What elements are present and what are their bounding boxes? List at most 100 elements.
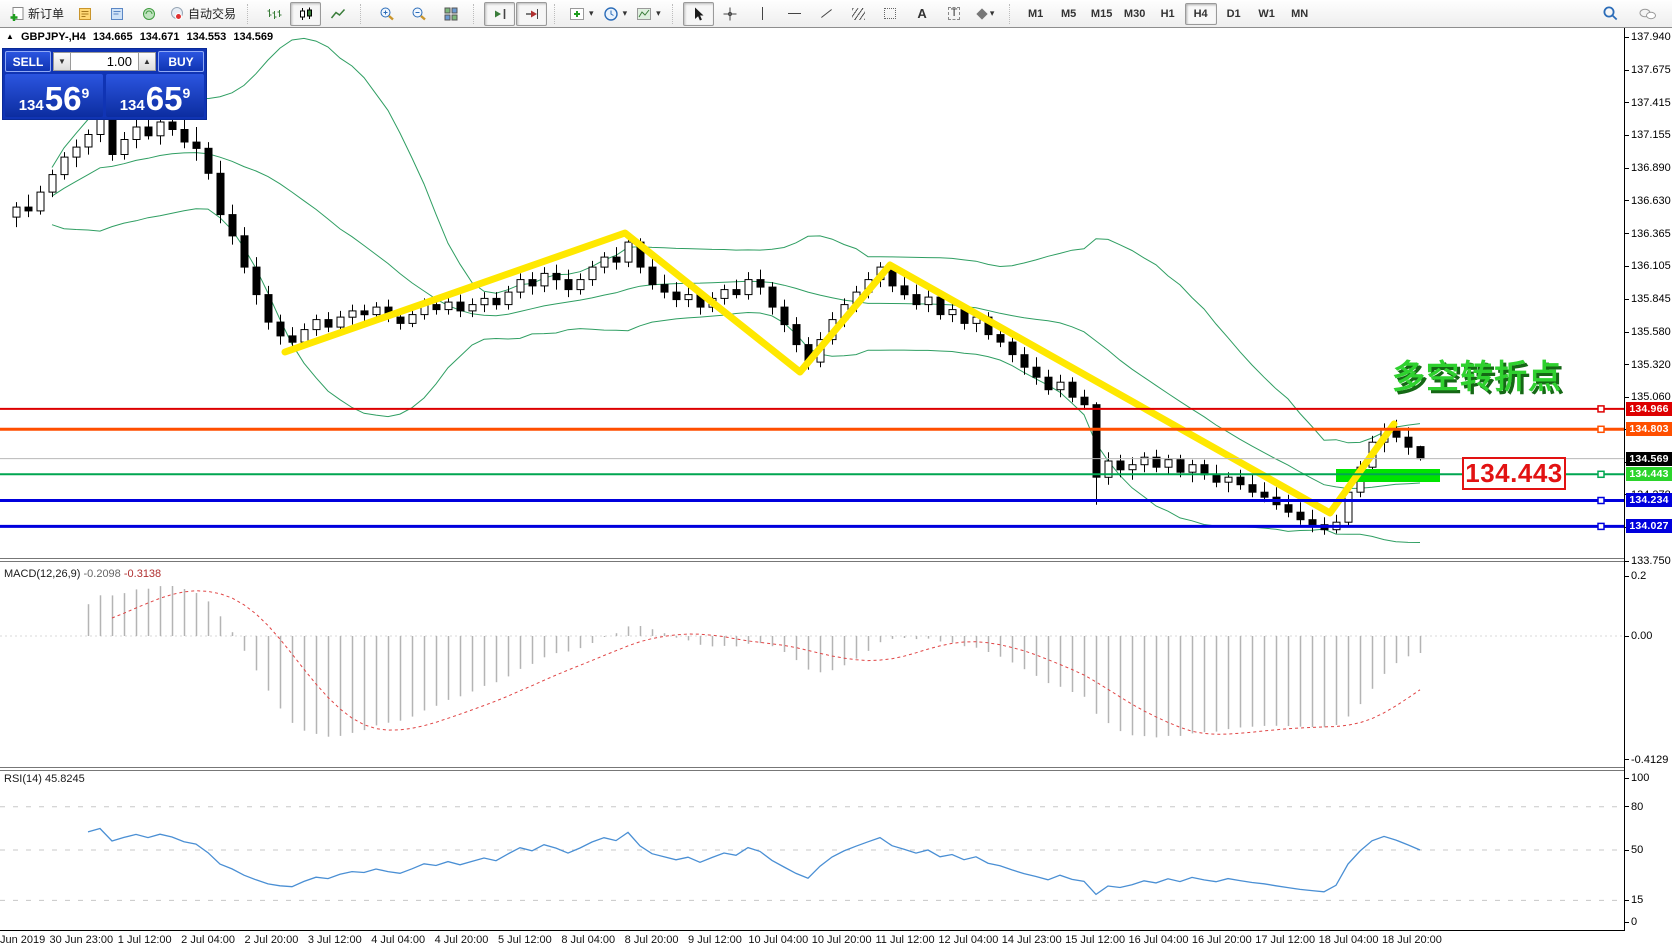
candle-body: [49, 175, 56, 193]
candle-body: [205, 148, 212, 173]
text-icon: A: [917, 7, 926, 20]
candle-body: [145, 127, 152, 136]
turning-point-annotation[interactable]: 多空转折点: [1392, 350, 1562, 398]
crosshair-icon: [722, 6, 738, 22]
auto-trading-button[interactable]: 自动交易: [165, 2, 240, 26]
candle-body: [253, 267, 260, 295]
quote-close: 134.569: [233, 31, 273, 43]
candle-body: [445, 302, 452, 310]
timeframe-d1-button[interactable]: D1: [1218, 3, 1250, 25]
candle-body: [505, 292, 512, 305]
yellow-zigzag-annotation[interactable]: [285, 233, 1394, 513]
candle-body: [397, 317, 404, 323]
timeframe-mn-button[interactable]: MN: [1284, 3, 1316, 25]
candle-body: [85, 135, 92, 148]
terminal-button[interactable]: [133, 2, 164, 26]
time-axis[interactable]: 8 Jun 201930 Jun 23:001 Jul 12:002 Jul 0…: [0, 931, 1624, 951]
chart-canvas[interactable]: [0, 28, 1624, 951]
level-marker: [1598, 523, 1604, 529]
price-tick-label: 135.320: [1631, 359, 1671, 371]
new-order-button[interactable]: 新订单: [5, 2, 68, 26]
time-tick-label: 14 Jul 23:00: [1002, 934, 1062, 946]
bar-chart-button[interactable]: [258, 2, 289, 26]
periods-button[interactable]: ▾: [599, 2, 632, 26]
time-tick-label: 10 Jul 04:00: [748, 934, 808, 946]
volume-decrease-button[interactable]: ▼: [53, 52, 71, 71]
shapes-button[interactable]: ▾: [971, 2, 1002, 26]
line-chart-button[interactable]: [322, 2, 353, 26]
candle-body: [193, 142, 200, 148]
candle-body: [913, 295, 920, 305]
horizontal-line-button[interactable]: [779, 2, 810, 26]
chart-shift-button[interactable]: [484, 2, 515, 26]
templates-button[interactable]: ▾: [632, 2, 665, 26]
tick-mark: [1625, 168, 1629, 169]
timeframe-h1-button[interactable]: H1: [1152, 3, 1184, 25]
search-button[interactable]: [1595, 2, 1626, 26]
tile-windows-button[interactable]: [435, 2, 466, 26]
timeframe-m15-button[interactable]: M15: [1086, 3, 1118, 25]
market-watch-button[interactable]: [69, 2, 100, 26]
buy-price-button[interactable]: 134659: [106, 74, 204, 117]
timeframe-m1-button[interactable]: M1: [1020, 3, 1052, 25]
price-axis[interactable]: 137.940137.675137.415137.155136.890136.6…: [1624, 28, 1672, 931]
candle-body: [1309, 520, 1316, 525]
text-button[interactable]: A: [907, 2, 938, 26]
toolbar-separator: [360, 4, 367, 24]
pane-splitter[interactable]: [0, 765, 1624, 771]
time-tick-label: 30 Jun 23:00: [50, 934, 114, 946]
vertical-line-button[interactable]: [747, 2, 778, 26]
rsi-label: RSI(14) 45.8245: [4, 773, 85, 785]
navigator-button[interactable]: [101, 2, 132, 26]
zoom-out-button[interactable]: [403, 2, 434, 26]
cursor-icon: [690, 6, 706, 22]
price-callout-label[interactable]: 134.443: [1462, 457, 1566, 490]
zoom-in-button[interactable]: [371, 2, 402, 26]
buy-button[interactable]: BUY: [158, 51, 204, 72]
rsi-tick-label: 50: [1631, 844, 1643, 856]
chart-window[interactable]: 137.940137.675137.415137.155136.890136.6…: [0, 28, 1672, 951]
crosshair-button[interactable]: [715, 2, 746, 26]
timeframe-m5-button[interactable]: M5: [1053, 3, 1085, 25]
sell-button[interactable]: SELL: [5, 51, 51, 72]
price-tick-label: 137.155: [1631, 129, 1671, 141]
templates-icon: [636, 6, 652, 22]
candle-body: [1093, 405, 1100, 478]
candlestick-chart-button[interactable]: [290, 2, 321, 26]
price-tick-label: 137.940: [1631, 31, 1671, 43]
volume-stepper: ▼ 1.00 ▲: [53, 52, 156, 71]
indicators-button[interactable]: ▾: [565, 2, 598, 26]
channel-grid-button[interactable]: [875, 2, 906, 26]
tick-mark: [1625, 70, 1629, 71]
candle-body: [157, 122, 164, 136]
time-tick-label: 9 Jul 12:00: [688, 934, 742, 946]
candlestick-chart-icon: [298, 6, 314, 22]
price-tick-label: 136.630: [1631, 195, 1671, 207]
cursor-button[interactable]: [683, 2, 714, 26]
price-level-badge: 134.443: [1626, 467, 1672, 481]
time-tick-label: 15 Jul 12:00: [1065, 934, 1125, 946]
channel-grid-icon: [884, 8, 896, 19]
timeframe-w1-button[interactable]: W1: [1251, 3, 1283, 25]
candle-body: [1237, 477, 1244, 485]
fibonacci-button[interactable]: [843, 2, 874, 26]
time-tick-label: 17 Jul 12:00: [1255, 934, 1315, 946]
tick-mark: [1625, 759, 1629, 760]
text-label-button[interactable]: T: [939, 2, 970, 26]
timeframe-h4-button[interactable]: H4: [1185, 3, 1217, 25]
candle-body: [277, 322, 284, 336]
timeframe-m30-button[interactable]: M30: [1119, 3, 1151, 25]
chat-button[interactable]: [1632, 2, 1663, 26]
volume-input[interactable]: 1.00: [71, 52, 138, 71]
volume-increase-button[interactable]: ▲: [138, 52, 156, 71]
tick-mark: [1625, 900, 1629, 901]
tick-mark: [1625, 135, 1629, 136]
auto-scroll-button[interactable]: [516, 2, 547, 26]
pane-splitter[interactable]: [0, 556, 1624, 562]
trendline-button[interactable]: [811, 2, 842, 26]
candle-body: [1165, 460, 1172, 468]
candle-body: [733, 290, 740, 295]
candle-body: [97, 120, 104, 135]
sell-price-button[interactable]: 134569: [5, 74, 103, 117]
navigator-icon: [109, 6, 125, 22]
